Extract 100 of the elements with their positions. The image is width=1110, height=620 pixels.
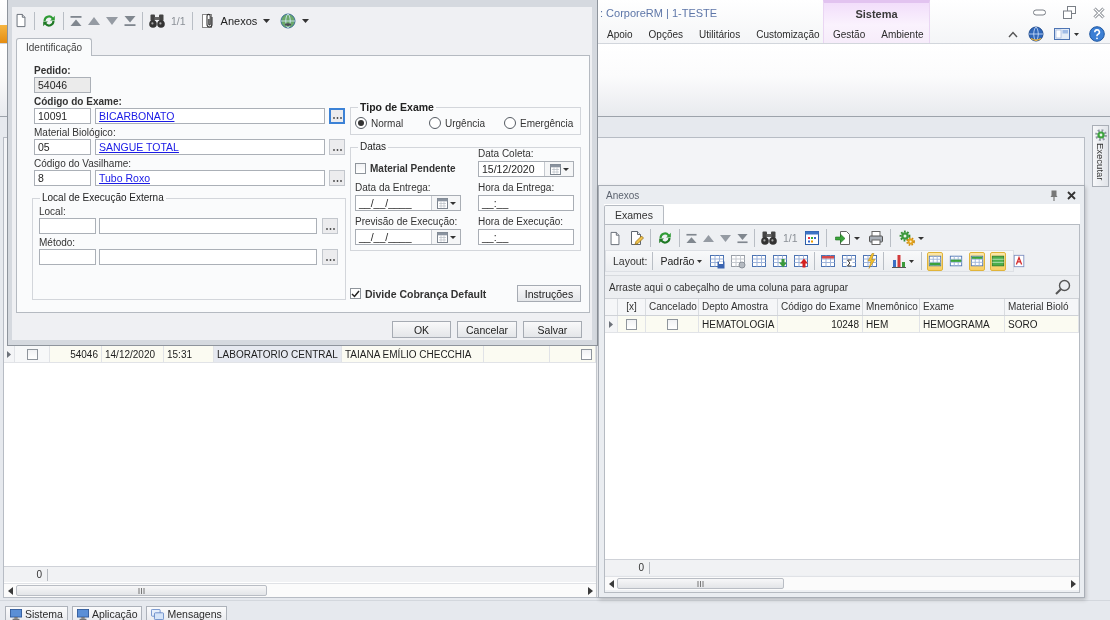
description-field[interactable]: Tubo Roxo xyxy=(95,170,325,186)
checkbox-label[interactable]: Material Pendente xyxy=(370,163,456,174)
side-tab[interactable]: Executar xyxy=(1092,125,1109,187)
calendar-grid-icon[interactable] xyxy=(803,230,820,246)
dialog-button[interactable]: Cancelar xyxy=(457,321,517,338)
checkbox[interactable] xyxy=(666,318,678,330)
description-field[interactable]: BICARBONATO xyxy=(95,108,325,124)
lookup-button[interactable] xyxy=(329,108,345,124)
lookup-button[interactable] xyxy=(322,249,338,265)
lookup-button[interactable] xyxy=(329,170,345,186)
view-toggle-button[interactable] xyxy=(990,251,1007,271)
view-toggle-button[interactable] xyxy=(927,251,944,271)
code-field[interactable]: 8 xyxy=(34,170,91,186)
view-toggle-button[interactable] xyxy=(969,251,986,271)
globe-menu-button[interactable] xyxy=(278,10,312,31)
date-field[interactable]: 15/12/2020 xyxy=(478,161,574,177)
column-header[interactable]: [x] xyxy=(618,299,646,315)
column-header[interactable]: Material Bioló xyxy=(1005,299,1079,315)
dialog-button[interactable]: Salvar xyxy=(523,321,582,338)
ribbon-tab[interactable]: Ambiente xyxy=(873,25,932,43)
column-header[interactable]: Mnemônico xyxy=(863,299,920,315)
calendar-dropdown-button[interactable] xyxy=(431,230,460,244)
dialog-button[interactable]: OK xyxy=(392,321,451,338)
code-field[interactable]: 05 xyxy=(34,139,91,155)
ribbon-tab[interactable]: Utilitários xyxy=(691,25,749,43)
code-field[interactable] xyxy=(39,249,96,265)
checkbox-label[interactable]: Divide Cobrança Default xyxy=(365,287,487,300)
next-record-icon[interactable] xyxy=(720,234,731,242)
scrollbar-track[interactable] xyxy=(4,583,596,597)
date-field[interactable]: __/__/____ xyxy=(355,229,461,245)
binoculars-icon[interactable] xyxy=(149,13,165,28)
table-icon[interactable] xyxy=(751,253,768,269)
import-menu-button[interactable] xyxy=(832,228,862,248)
refresh-icon[interactable] xyxy=(657,230,673,246)
printer-icon[interactable] xyxy=(867,230,884,246)
scrollbar-thumb[interactable] xyxy=(617,578,784,589)
status-tab[interactable]: Aplicação xyxy=(71,606,143,620)
column-header[interactable]: Exame xyxy=(920,299,1005,315)
close-icon[interactable] xyxy=(1067,190,1076,200)
calendar-dropdown-button[interactable] xyxy=(431,196,460,210)
refresh-icon[interactable] xyxy=(41,12,57,29)
radio-label[interactable]: Urgência xyxy=(445,117,486,129)
date-field[interactable]: __/__/____ xyxy=(355,195,461,211)
code-field[interactable] xyxy=(39,218,96,234)
form-tab[interactable]: Identificação xyxy=(16,38,93,56)
scroll-right-icon[interactable] xyxy=(588,586,593,595)
checkbox[interactable] xyxy=(626,318,637,330)
minimize-icon[interactable] xyxy=(1033,9,1046,16)
ribbon-tab[interactable]: Customização xyxy=(748,25,828,43)
scroll-left-icon[interactable] xyxy=(8,586,13,595)
table-settings-icon[interactable] xyxy=(730,253,747,269)
table-up-arrow-icon[interactable] xyxy=(793,253,810,269)
checkbox[interactable] xyxy=(26,348,38,360)
checkbox[interactable] xyxy=(355,163,366,174)
radio-label[interactable]: Normal xyxy=(371,117,404,129)
radio-button[interactable] xyxy=(355,117,367,129)
attachments-menu-button[interactable]: Anexos xyxy=(198,10,273,31)
search-icon[interactable] xyxy=(1055,279,1071,295)
scroll-right-icon[interactable] xyxy=(1071,579,1076,588)
layout-dropdown[interactable]: Padrão xyxy=(658,251,705,271)
globe-icon[interactable] xyxy=(1028,26,1044,42)
first-record-icon[interactable] xyxy=(70,14,82,27)
ribbon-tab[interactable]: Apoio xyxy=(599,25,641,43)
checkbox[interactable] xyxy=(350,288,361,299)
calendar-dropdown-button[interactable] xyxy=(544,162,573,176)
table-icon[interactable] xyxy=(820,253,837,269)
time-field[interactable]: __:__ xyxy=(478,229,574,245)
table-sum-icon[interactable] xyxy=(841,253,858,269)
pin-icon[interactable] xyxy=(1050,189,1058,201)
layout-menu-button[interactable] xyxy=(1054,28,1079,40)
time-field[interactable]: __:__ xyxy=(478,195,574,211)
description-field[interactable]: SANGUE TOTAL xyxy=(95,139,325,155)
first-record-icon[interactable] xyxy=(686,232,697,244)
next-record-icon[interactable] xyxy=(106,16,118,25)
column-header[interactable]: Cancelado xyxy=(646,299,699,315)
chevron-up-icon[interactable] xyxy=(1008,30,1018,38)
code-field[interactable]: 10091 xyxy=(34,108,91,124)
new-document-icon[interactable] xyxy=(608,230,622,246)
table-save-icon[interactable] xyxy=(709,253,726,269)
ribbon-tab[interactable]: Gestão xyxy=(825,25,874,43)
scrollbar-thumb[interactable] xyxy=(16,585,267,596)
radio-button[interactable] xyxy=(429,117,441,129)
radio-label[interactable]: Emergência xyxy=(520,117,574,129)
radio-button[interactable] xyxy=(504,117,516,129)
last-record-icon[interactable] xyxy=(124,14,136,27)
scrollbar-track[interactable] xyxy=(605,576,1079,590)
edit-document-icon[interactable] xyxy=(628,230,644,246)
table-down-arrow-icon[interactable] xyxy=(772,253,789,269)
previous-record-icon[interactable] xyxy=(703,234,714,242)
instructions-button[interactable]: Instruções xyxy=(517,285,581,302)
last-record-icon[interactable] xyxy=(737,232,748,244)
status-tab[interactable]: Sistema xyxy=(5,606,68,620)
scroll-left-icon[interactable] xyxy=(609,579,614,588)
previous-record-icon[interactable] xyxy=(88,16,100,25)
checkbox[interactable] xyxy=(581,348,592,360)
panel-tab[interactable]: Exames xyxy=(604,205,664,224)
new-document-icon[interactable] xyxy=(14,13,28,28)
lookup-button[interactable] xyxy=(322,218,338,234)
lookup-button[interactable] xyxy=(329,139,345,155)
column-header[interactable]: Código do Exame xyxy=(778,299,863,315)
